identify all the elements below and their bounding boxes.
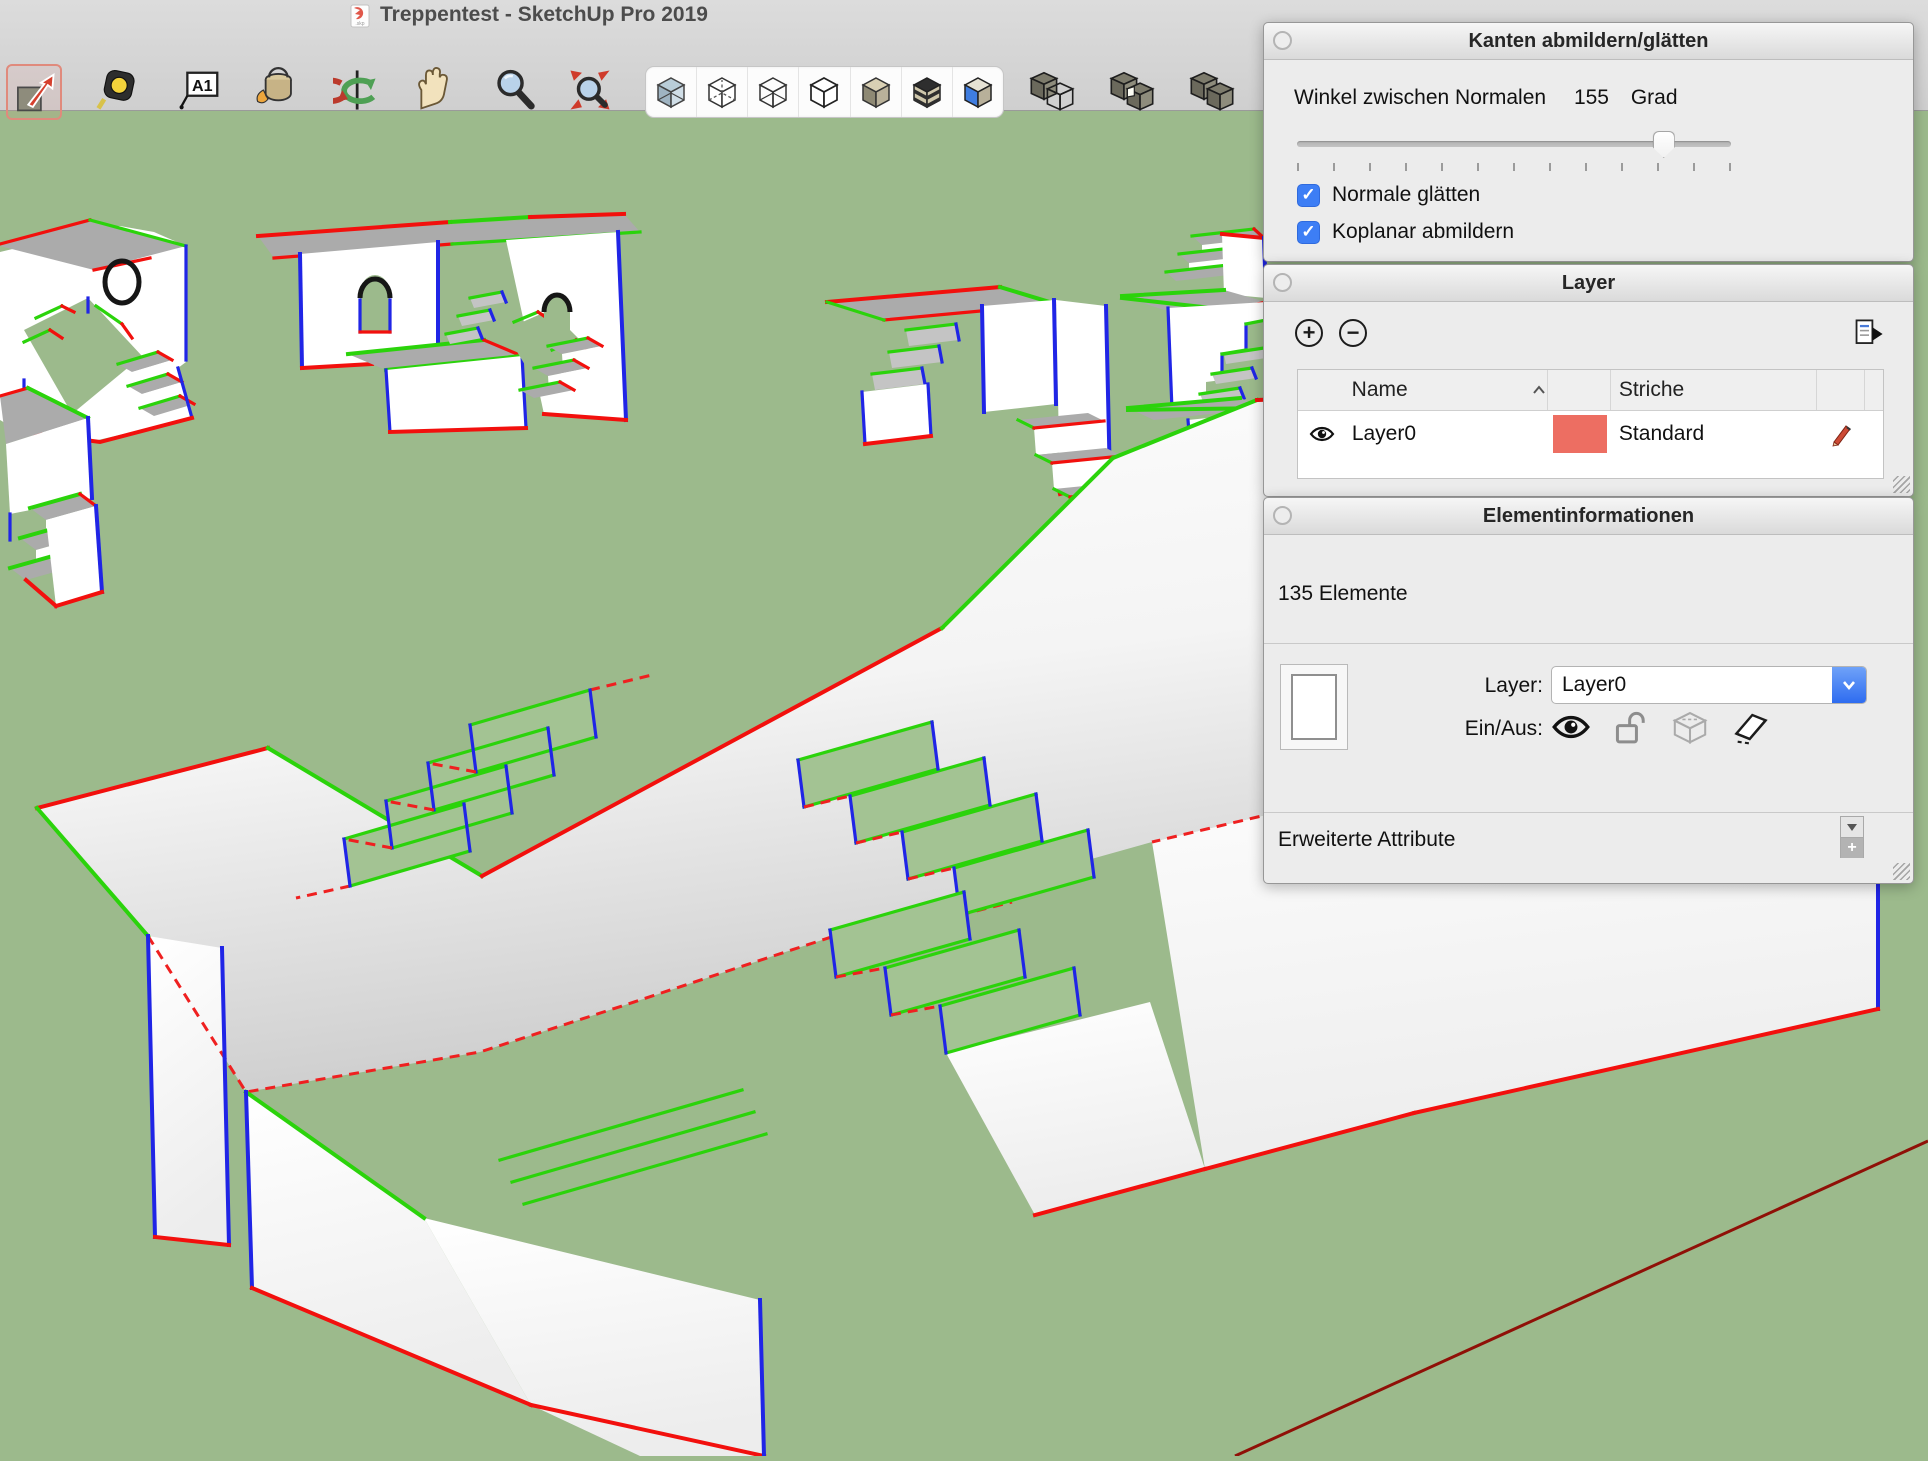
hidden-line-style-icon[interactable] — [799, 67, 850, 117]
angle-row: Winkel zwischen Normalen 155 Grad — [1294, 83, 1678, 113]
soften-coplanar-label: Koplanar abmildern — [1332, 220, 1514, 244]
layer-visible-eye-icon[interactable] — [1309, 425, 1335, 443]
layer-detail-menu-icon[interactable] — [1852, 317, 1886, 351]
remove-layer-button[interactable]: − — [1339, 319, 1367, 347]
model-stair-block-2[interactable] — [258, 214, 640, 432]
union-tool-icon[interactable] — [1186, 64, 1238, 116]
toggle-icons-row — [1551, 706, 1771, 748]
striche-column-header[interactable]: Striche — [1619, 378, 1684, 402]
advanced-attributes-expander[interactable]: + — [1840, 816, 1864, 858]
layer-name[interactable]: Layer0 — [1352, 422, 1416, 446]
selection-summary: 135 Elemente — [1278, 582, 1408, 606]
layer-panel: Layer + − Name Striche — [1263, 264, 1914, 497]
zoom-tool-icon[interactable] — [488, 64, 540, 116]
name-column-header[interactable]: Name — [1352, 378, 1408, 402]
collapse-circle-icon[interactable] — [1273, 506, 1292, 525]
angle-value: 155 — [1574, 83, 1609, 113]
intersect-tool-icon[interactable] — [1106, 64, 1158, 116]
smooth-normals-label: Normale glätten — [1332, 183, 1480, 207]
select-tool-icon[interactable] — [6, 64, 62, 120]
monochrome-style-icon[interactable] — [953, 67, 1003, 117]
plus-icon[interactable]: + — [1841, 838, 1863, 858]
sort-ascending-icon — [1531, 384, 1547, 396]
dropdown-chevron-button[interactable] — [1832, 667, 1866, 703]
eraser-icon[interactable] — [1731, 709, 1771, 745]
visible-eye-icon[interactable] — [1551, 713, 1591, 741]
soften-edges-titlebar[interactable]: Kanten abmildern/glätten — [1264, 23, 1913, 60]
divider — [1264, 812, 1913, 813]
outer-shell-tool-icon[interactable] — [1026, 64, 1078, 116]
component-cube-icon[interactable] — [1671, 709, 1709, 745]
layer-dash-style[interactable]: Standard — [1619, 422, 1704, 446]
entity-info-titlebar[interactable]: Elementinformationen — [1264, 498, 1913, 535]
layer-panel-title: Layer — [1562, 272, 1615, 295]
angle-slider-handle[interactable] — [1653, 131, 1675, 158]
entity-info-resize-grip[interactable] — [1893, 863, 1910, 880]
layer-table-header[interactable]: Name Striche — [1298, 370, 1883, 411]
layer-dropdown-value[interactable]: Layer0 — [1552, 667, 1832, 703]
advanced-attributes-label: Erweiterte Attribute — [1278, 828, 1455, 852]
entity-info-panel: Elementinformationen 135 Elemente Layer:… — [1263, 497, 1914, 884]
slider-tick-marks — [1297, 163, 1731, 171]
angle-label: Winkel zwischen Normalen — [1294, 83, 1546, 113]
unlocked-padlock-icon[interactable] — [1613, 708, 1649, 746]
model-stair-block-3[interactable] — [0, 388, 102, 606]
collapse-circle-icon[interactable] — [1273, 31, 1292, 50]
orbit-tool-icon[interactable] — [330, 64, 382, 116]
soften-edges-panel: Kanten abmildern/glätten Winkel zwischen… — [1263, 22, 1914, 262]
sketchup-document-icon: .skp — [348, 3, 370, 28]
entity-info-title: Elementinformationen — [1483, 505, 1694, 528]
svg-text:A1: A1 — [192, 77, 213, 95]
text-tool-icon[interactable]: A1 — [174, 64, 226, 116]
xray-style-icon[interactable] — [646, 67, 697, 117]
divider — [1264, 643, 1913, 644]
layer-row-layer0[interactable]: Layer0 Standard — [1298, 411, 1883, 457]
red-axis-line — [1235, 1141, 1928, 1456]
tape-measure-tool-icon[interactable] — [92, 64, 144, 116]
shaded-style-icon[interactable] — [851, 67, 902, 117]
chevron-down-icon — [1840, 678, 1858, 692]
angle-slider[interactable] — [1297, 131, 1731, 157]
layer-panel-resize-grip[interactable] — [1893, 476, 1910, 493]
add-layer-button[interactable]: + — [1295, 319, 1323, 347]
svg-text:.skp: .skp — [355, 21, 364, 27]
layer-color-swatch[interactable] — [1553, 415, 1607, 453]
toggles-label: Ein/Aus: — [1354, 717, 1543, 741]
layer-dropdown[interactable]: Layer0 — [1551, 666, 1867, 704]
triangle-down-icon — [1845, 822, 1859, 832]
layer-table: Name Striche Layer0 — [1297, 369, 1884, 479]
smooth-normals-row: Normale glätten — [1297, 183, 1480, 207]
shaded-with-textures-style-icon[interactable] — [902, 67, 953, 117]
soften-edges-title: Kanten abmildern/glätten — [1468, 30, 1708, 53]
smooth-normals-checkbox[interactable] — [1297, 184, 1320, 207]
layer-panel-titlebar[interactable]: Layer — [1264, 265, 1913, 302]
layer-field-label: Layer: — [1354, 674, 1543, 698]
zoom-extents-tool-icon[interactable] — [564, 64, 616, 116]
angle-unit: Grad — [1631, 83, 1678, 113]
collapse-circle-icon[interactable] — [1273, 273, 1292, 292]
paint-bucket-tool-icon[interactable] — [250, 64, 302, 116]
pan-tool-icon[interactable] — [408, 64, 460, 116]
back-edges-style-icon[interactable] — [697, 67, 748, 117]
wireframe-style-icon[interactable] — [748, 67, 799, 117]
face-style-toolbar — [645, 66, 1004, 118]
soften-coplanar-row: Koplanar abmildern — [1297, 220, 1514, 244]
edit-pencil-icon[interactable] — [1829, 421, 1855, 447]
window-title: Treppentest - SketchUp Pro 2019 — [380, 0, 708, 30]
selection-thumbnail — [1280, 664, 1348, 750]
soften-coplanar-checkbox[interactable] — [1297, 221, 1320, 244]
